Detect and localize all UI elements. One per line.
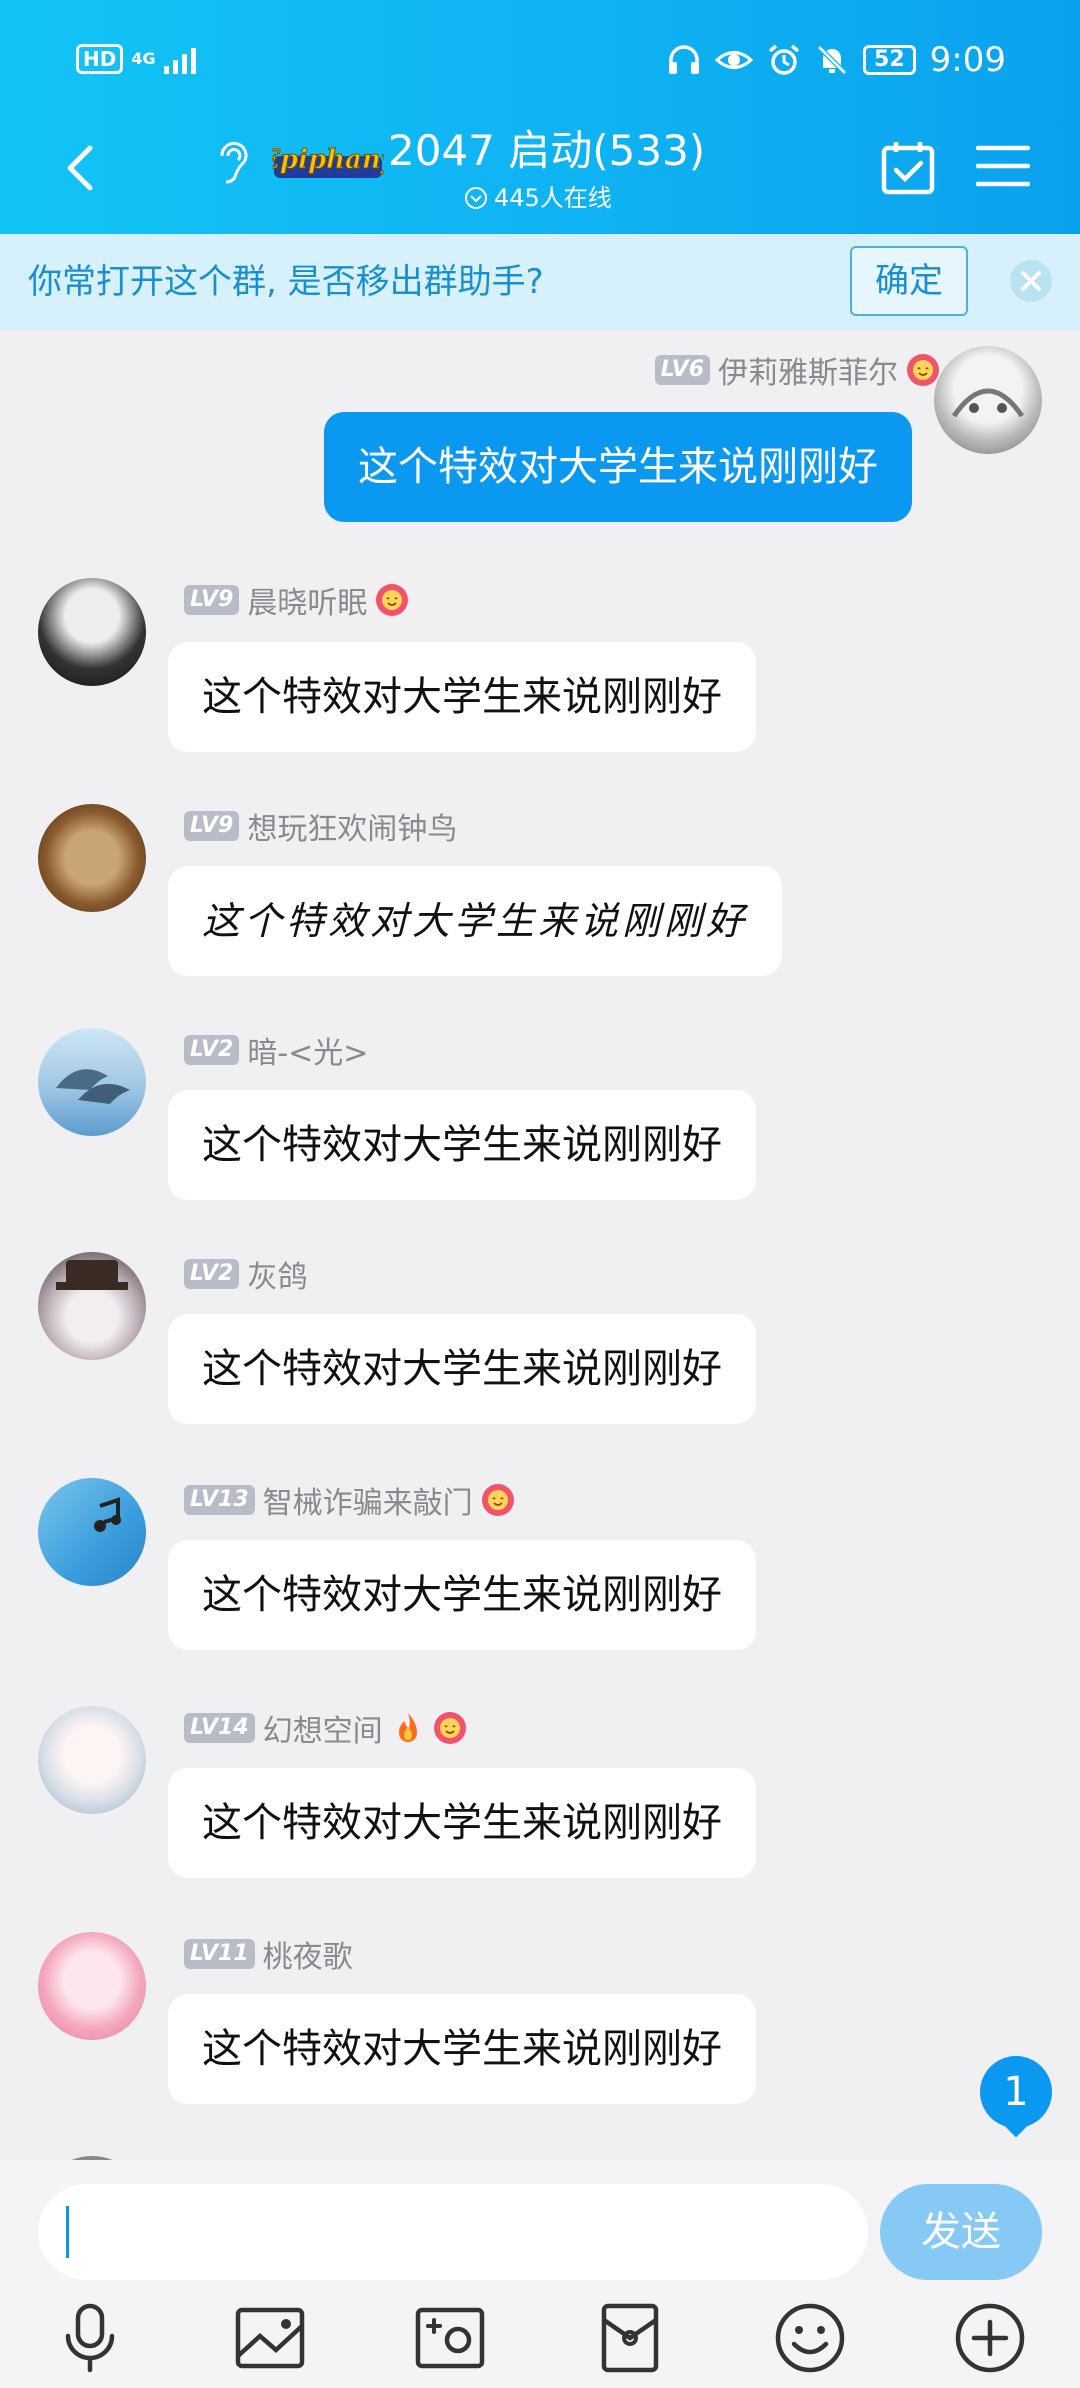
fire-icon xyxy=(398,1713,417,1742)
flower-badge-icon xyxy=(433,1712,466,1744)
input-toolbar xyxy=(0,2290,1080,2388)
sender-name[interactable]: 暗-<光> xyxy=(247,1028,368,1072)
signal-icon xyxy=(163,48,196,74)
nav-bar: Epiphany 2047 启动(533) 445人在线 xyxy=(0,120,1080,234)
close-icon[interactable] xyxy=(1008,258,1054,304)
level-badge: LV9 xyxy=(184,585,240,615)
alarm-icon xyxy=(768,44,800,75)
avatar[interactable] xyxy=(38,1932,146,2040)
chevron-circle-icon xyxy=(465,187,487,209)
microphone-icon[interactable] xyxy=(52,2300,128,2376)
sender-name[interactable]: 想玩狂欢闹钟鸟 xyxy=(247,804,457,848)
chat-header: HD 4G 52 9:09 piphan 2047 启动(533) 445人在线 xyxy=(0,0,1080,234)
message-input[interactable] xyxy=(38,2184,868,2280)
sender-name[interactable]: 桃夜歌 xyxy=(263,1932,353,1976)
assistant-banner: 你常打开这个群, 是否移出群助手? 确定 xyxy=(0,234,1080,330)
text-cursor xyxy=(66,2206,69,2258)
input-bar: 发送 xyxy=(0,2160,1080,2388)
level-badge: LV14 xyxy=(184,1713,255,1743)
sender-meta: LV2 灰鸽 xyxy=(184,1252,307,1296)
sender-meta: LV13 智械诈骗来敲门 xyxy=(184,1478,515,1522)
level-badge: LV6 xyxy=(654,355,710,385)
eye-icon xyxy=(715,51,754,69)
status-bar: HD 4G 52 9:09 xyxy=(0,0,1080,120)
message-bubble[interactable]: 这个特效对大学生来说刚刚好 xyxy=(168,642,756,752)
sender-name[interactable]: 智械诈骗来敲门 xyxy=(263,1478,473,1522)
sender-meta: LV11 桃夜歌 xyxy=(184,1932,353,1976)
message-list[interactable]: LV6 伊莉雅斯菲尔 这个特效对大学生来说刚刚好 LV9 晨晓听眠 这个特效对大… xyxy=(0,330,1080,2160)
flower-badge-icon xyxy=(376,584,409,616)
headphones-icon xyxy=(669,45,700,74)
message-bubble[interactable]: 这个特效对大学生来说刚刚好 xyxy=(168,1768,756,1878)
menu-icon[interactable] xyxy=(976,142,1030,190)
ear-icon[interactable] xyxy=(212,134,252,188)
mute-bell-icon xyxy=(817,45,847,75)
sender-name[interactable]: 灰鸽 xyxy=(247,1252,307,1296)
hd-badge: HD xyxy=(76,44,124,74)
level-badge: LV9 xyxy=(184,811,240,841)
level-badge: LV13 xyxy=(184,1485,255,1515)
camera-icon[interactable] xyxy=(412,2300,488,2376)
sender-meta: LV14 幻想空间 xyxy=(184,1706,467,1750)
unread-badge[interactable]: 1 xyxy=(980,2056,1052,2128)
message-bubble[interactable]: 这个特效对大学生来说刚刚好 xyxy=(168,1540,756,1650)
network-indicator: 4G xyxy=(131,49,156,68)
message-bubble[interactable]: 这个特效对大学生来说刚刚好 xyxy=(324,412,912,522)
calendar-check-icon[interactable] xyxy=(878,138,938,198)
avatar[interactable] xyxy=(38,1252,146,1360)
avatar[interactable] xyxy=(38,1706,146,1814)
sender-name[interactable]: 幻想空间 xyxy=(263,1706,383,1750)
sender-name[interactable]: 晨晓听眠 xyxy=(247,578,367,622)
banner-text: 你常打开这个群, 是否移出群助手? xyxy=(28,262,544,302)
sender-meta: LV9 晨晓听眠 xyxy=(184,578,409,622)
avatar[interactable] xyxy=(38,1028,146,1136)
message-bubble[interactable]: 这个特效对大学生来说刚刚好 xyxy=(168,1090,756,1200)
banner-confirm-button[interactable]: 确定 xyxy=(850,246,968,316)
image-icon[interactable] xyxy=(232,2300,308,2376)
sender-meta: LV9 想玩狂欢闹钟鸟 xyxy=(184,804,457,848)
clock: 9:09 xyxy=(929,40,1006,80)
battery-indicator: 52 xyxy=(863,45,916,75)
sender-meta: LV6 伊莉雅斯菲尔 xyxy=(654,348,940,392)
level-badge: LV2 xyxy=(184,1259,240,1289)
message-bubble[interactable]: 这个特效对大学生来说刚刚好 xyxy=(168,1994,756,2104)
avatar[interactable] xyxy=(38,1478,146,1586)
online-count[interactable]: 445人在线 xyxy=(464,182,612,214)
avatar[interactable] xyxy=(38,578,146,686)
red-packet-icon[interactable] xyxy=(592,2300,668,2376)
sender-name[interactable]: 伊莉雅斯菲尔 xyxy=(718,348,898,392)
plus-icon[interactable] xyxy=(952,2300,1028,2376)
level-badge: LV2 xyxy=(184,1035,240,1065)
online-count-text: 445人在线 xyxy=(494,184,612,212)
avatar[interactable] xyxy=(38,804,146,912)
back-button[interactable] xyxy=(52,138,112,198)
emoji-icon[interactable] xyxy=(772,2300,848,2376)
send-button[interactable]: 发送 xyxy=(880,2184,1042,2280)
message-bubble[interactable]: 这个特效对大学生来说刚刚好 xyxy=(168,866,783,976)
message-bubble[interactable]: 这个特效对大学生来说刚刚好 xyxy=(168,1314,756,1424)
level-badge: LV11 xyxy=(184,1939,255,1969)
sender-meta: LV2 暗-<光> xyxy=(184,1028,368,1072)
flower-badge-icon xyxy=(907,354,939,386)
avatar[interactable] xyxy=(934,346,1042,454)
group-title[interactable]: 2047 启动(533) xyxy=(388,120,705,182)
group-logo: Epiphany xyxy=(259,126,398,190)
flower-badge-icon xyxy=(481,1484,514,1516)
group-logo-text: Epiphany xyxy=(272,145,384,175)
